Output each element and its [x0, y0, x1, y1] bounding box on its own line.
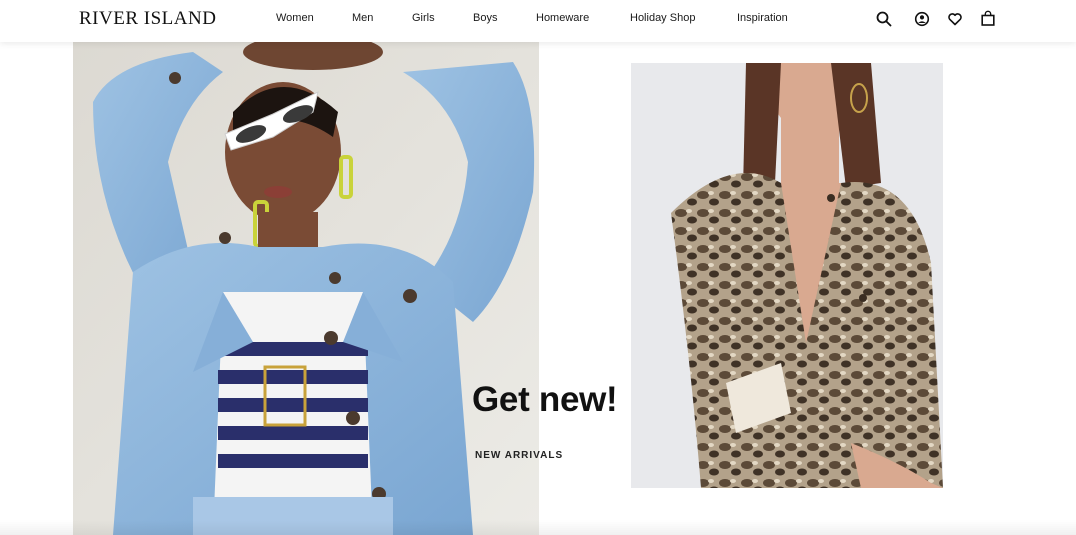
account-icon[interactable] [913, 10, 931, 28]
nav-item-homeware[interactable]: Homeware [536, 11, 589, 25]
new-arrivals-link[interactable]: NEW ARRIVALS [475, 450, 563, 462]
logo[interactable]: RIVER ISLAND [79, 8, 216, 30]
hero-image-denim[interactable] [73, 42, 539, 535]
promo-headline: Get new! [472, 380, 618, 419]
nav-item-women[interactable]: Women [276, 11, 314, 25]
bottom-shadow [0, 520, 1076, 535]
shopping-bag-icon[interactable] [979, 10, 997, 28]
model-snakeskin-jacket-illustration [631, 63, 943, 488]
nav-item-inspiration[interactable]: Inspiration [737, 11, 788, 25]
nav-item-boys[interactable]: Boys [473, 11, 497, 25]
hero-image-snakeskin[interactable] [631, 63, 943, 488]
nav-item-men[interactable]: Men [352, 11, 373, 25]
model-denim-jacket-illustration [73, 42, 539, 535]
wishlist-heart-icon[interactable] [946, 10, 964, 28]
search-icon[interactable] [875, 10, 893, 28]
nav-item-holiday-shop[interactable]: Holiday Shop [630, 11, 695, 25]
site-header: RIVER ISLAND Women Men Girls Boys Homewa… [0, 0, 1076, 42]
page: RIVER ISLAND Women Men Girls Boys Homewa… [0, 0, 1076, 535]
nav-item-girls[interactable]: Girls [412, 11, 435, 25]
